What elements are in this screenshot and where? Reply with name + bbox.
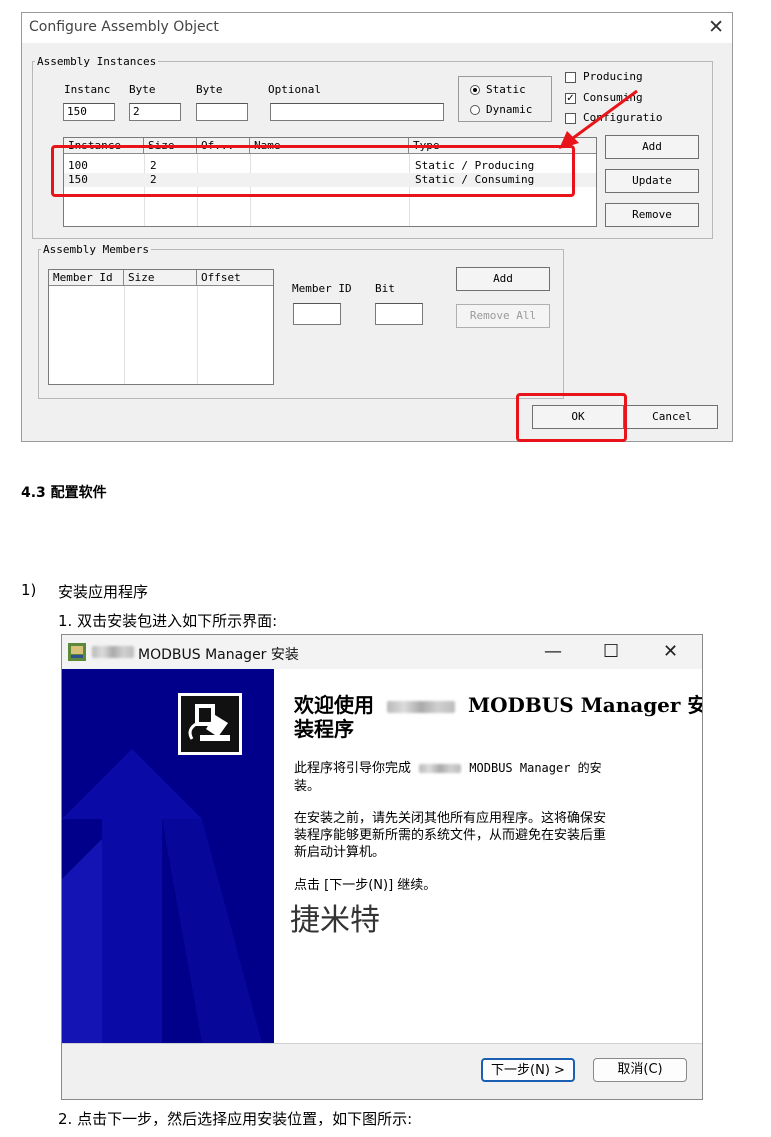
byte1-label: Byte xyxy=(129,83,156,96)
add-member-button[interactable]: Add xyxy=(456,267,550,291)
dialog-title: Configure Assembly Object xyxy=(29,19,219,35)
configure-assembly-dialog: Configure Assembly Object ✕ Assembly Ins… xyxy=(21,12,733,442)
maximize-icon[interactable]: ☐ xyxy=(603,641,619,662)
members-table[interactable]: Member Id Size Offset xyxy=(48,269,274,385)
highlight-box-ok xyxy=(516,393,627,442)
continue-instruction: 点击 [下一步(N)] 继续。 xyxy=(294,878,437,893)
section-heading: 4.3 配置软件 xyxy=(21,485,107,501)
byte2-input[interactable] xyxy=(196,103,248,121)
minimize-icon[interactable]: — xyxy=(544,641,562,662)
installer-cancel-button[interactable]: 取消(C) xyxy=(593,1058,687,1082)
optional-input[interactable] xyxy=(270,103,444,121)
welcome-heading-product: MODBUS Manager 安 xyxy=(467,693,703,717)
member-id-input[interactable] xyxy=(293,303,341,325)
banner-arrow-edge xyxy=(162,819,262,1043)
intro-paragraph-product: MODBUS Manager 的安 xyxy=(469,761,602,775)
static-radio[interactable] xyxy=(470,85,480,95)
highlight-box-instances xyxy=(51,145,575,197)
bit-input[interactable] xyxy=(375,303,423,325)
watermark-text: 捷米特 xyxy=(290,903,380,938)
bit-label: Bit xyxy=(375,282,395,295)
intro-paragraph-line1: 此程序将引导你完成 MODBUS Manager 的安 xyxy=(294,757,602,776)
dialog-titlebar: Configure Assembly Object ✕ xyxy=(22,13,732,43)
substep-2: 2. 点击下一步，然后选择应用安装位置，如下图所示: xyxy=(58,1110,413,1128)
intro-paragraph-prefix: 此程序将引导你完成 xyxy=(294,761,412,776)
welcome-heading-line2: 装程序 xyxy=(294,717,354,741)
col-member-size[interactable]: Size xyxy=(124,270,197,286)
welcome-heading-line1: 欢迎使用 MODBUS Manager 安 xyxy=(294,689,703,718)
dynamic-radio[interactable] xyxy=(470,105,480,115)
blurred-brand-name xyxy=(419,764,462,773)
grid-line xyxy=(197,286,198,384)
producing-checkbox-label: Producing xyxy=(583,70,643,83)
cancel-button[interactable]: Cancel xyxy=(626,405,718,429)
instance-label: Instanc xyxy=(64,83,111,96)
substep-1: 1. 双击安装包进入如下所示界面: xyxy=(58,612,278,630)
producing-checkbox[interactable] xyxy=(565,72,576,83)
remove-instance-button[interactable]: Remove xyxy=(605,203,699,227)
close-icon[interactable]: ✕ xyxy=(663,641,678,662)
assembly-members-legend: Assembly Members xyxy=(43,243,149,256)
installer-window: MODBUS Manager 安装 — ☐ ✕ 欢迎使用 MODBUS Mana… xyxy=(61,634,703,1100)
col-member-id[interactable]: Member Id xyxy=(49,270,124,286)
instance-input[interactable]: 150 xyxy=(63,103,115,121)
close-icon[interactable]: ✕ xyxy=(708,16,724,38)
next-button[interactable]: 下一步(N) > xyxy=(481,1058,575,1082)
assembly-instances-legend: Assembly Instances xyxy=(37,55,157,68)
step-number: 1) xyxy=(21,581,37,599)
blurred-brand-name xyxy=(386,700,455,713)
byte1-input[interactable]: 2 xyxy=(129,103,181,121)
installer-titlebar: MODBUS Manager 安装 — ☐ ✕ xyxy=(62,635,702,669)
annotation-arrow xyxy=(559,89,638,149)
banner-arrow-shade xyxy=(62,839,102,1043)
static-radio-label: Static xyxy=(486,83,526,96)
grid-line xyxy=(124,286,125,384)
installer-content: 欢迎使用 MODBUS Manager 安 装程序 此程序将引导你完成 MODB… xyxy=(274,669,702,1043)
col-member-offset[interactable]: Offset xyxy=(197,270,273,286)
member-id-label: Member ID xyxy=(292,282,352,295)
installer-app-icon xyxy=(68,643,86,661)
installer-title: MODBUS Manager 安装 xyxy=(138,647,299,663)
arrow-shaft xyxy=(568,89,638,143)
update-instance-button[interactable]: Update xyxy=(605,169,699,193)
blurred-brand-logo xyxy=(92,646,134,658)
installer-footer: 下一步(N) > 取消(C) xyxy=(62,1043,702,1099)
intro-paragraph-line2: 装。 xyxy=(294,779,321,794)
installer-logo-icon xyxy=(178,693,242,755)
byte2-label: Byte xyxy=(196,83,223,96)
installer-side-banner xyxy=(62,669,274,1043)
optional-label: Optional xyxy=(268,83,321,96)
banner-arrow-graphic xyxy=(62,749,262,1043)
notice-paragraph-line3: 新启动计算机。 xyxy=(294,845,386,860)
remove-all-members-button[interactable]: Remove All xyxy=(456,304,550,328)
dynamic-radio-label: Dynamic xyxy=(486,103,533,116)
arrow-head xyxy=(559,131,579,149)
step-title: 安装应用程序 xyxy=(58,583,149,601)
